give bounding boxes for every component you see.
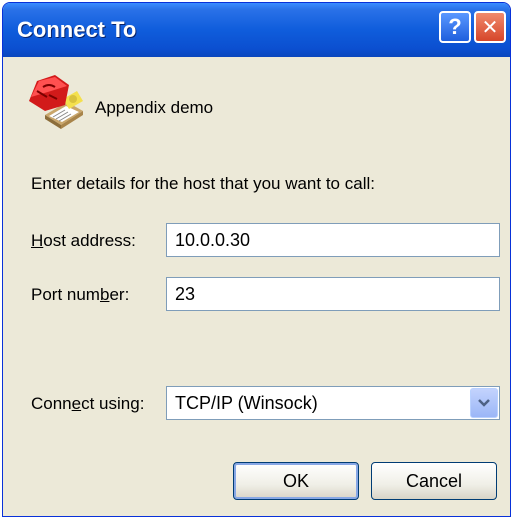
label-part: Conn	[31, 394, 72, 413]
connect-to-dialog: Connect To ? ✕ Appendix demo Enter detai…	[2, 2, 511, 517]
port-number-label: Port number:	[31, 285, 129, 305]
chevron-down-icon	[478, 399, 490, 407]
host-address-label: Host address:	[31, 231, 136, 251]
connect-using-label: Connect using:	[31, 394, 144, 414]
ok-button[interactable]: OK	[233, 462, 359, 500]
close-button[interactable]: ✕	[474, 11, 506, 43]
telephone-icon	[29, 75, 83, 129]
label-part: Port num	[31, 285, 100, 304]
dialog-title: Connect To	[17, 17, 137, 42]
close-icon: ✕	[481, 16, 499, 39]
label-part: ct using:	[81, 394, 145, 413]
port-number-input[interactable]: 23	[166, 277, 500, 311]
dropdown-button[interactable]	[470, 388, 498, 418]
label-mnemonic: H	[31, 231, 44, 250]
instructions-text: Enter details for the host that you want…	[31, 174, 375, 193]
host-address-input[interactable]: 10.0.0.30	[166, 223, 500, 257]
dialog-body: Appendix demo Enter details for the host…	[3, 57, 510, 516]
connection-name: Appendix demo	[95, 98, 214, 117]
question-mark-icon: ?	[448, 14, 462, 39]
label-mnemonic: e	[71, 394, 82, 413]
cancel-button[interactable]: Cancel	[371, 462, 497, 500]
label-part: er:	[109, 285, 130, 304]
help-button[interactable]: ?	[439, 11, 471, 43]
selected-option: TCP/IP (Winsock)	[175, 393, 318, 413]
title-bar[interactable]: Connect To ? ✕	[3, 3, 510, 57]
connect-using-select[interactable]: TCP/IP (Winsock)	[166, 386, 500, 420]
label-part: ost address:	[43, 231, 136, 250]
